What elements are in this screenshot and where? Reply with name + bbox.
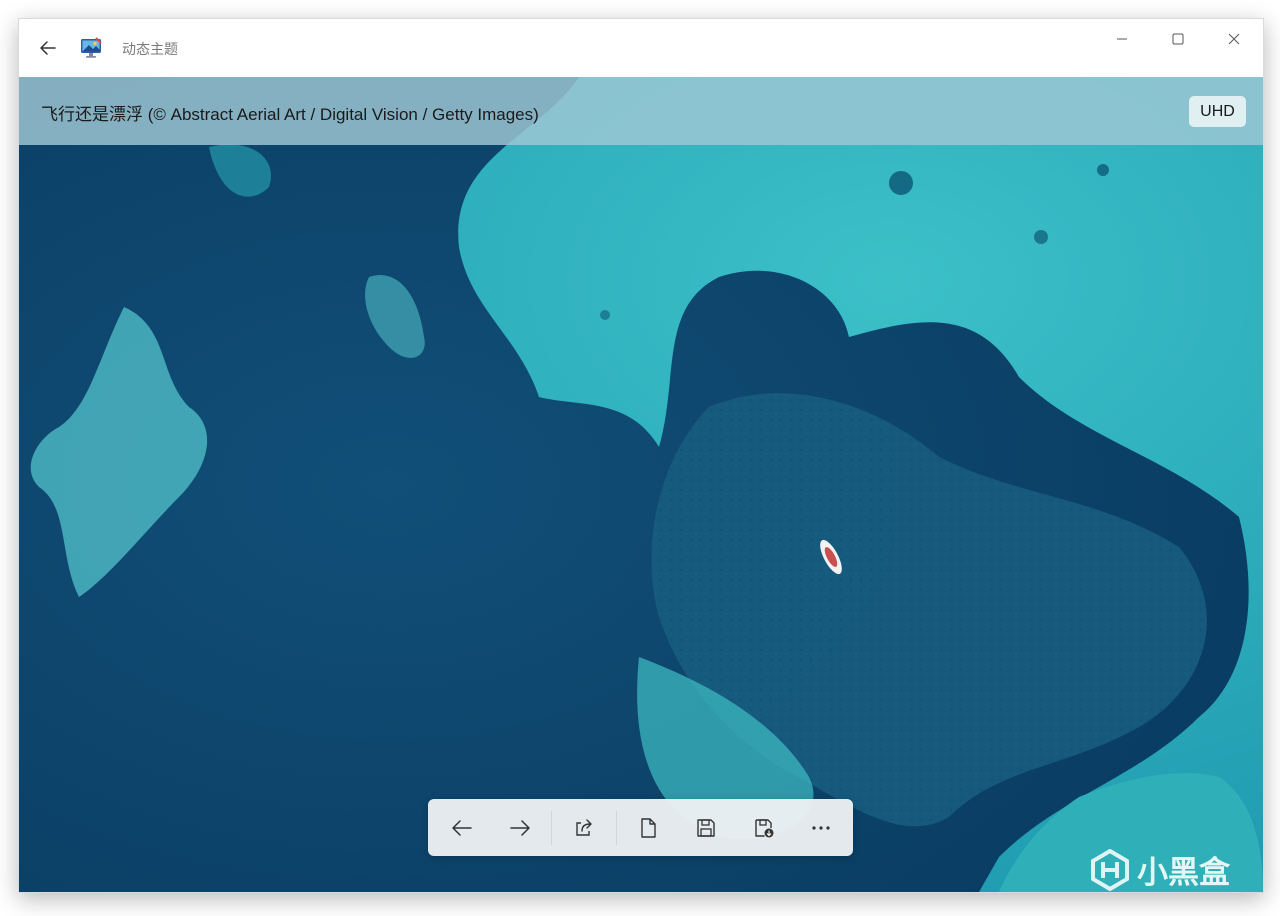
close-icon (1228, 33, 1240, 45)
close-button[interactable] (1206, 19, 1262, 59)
next-button[interactable] (501, 809, 539, 847)
share-button[interactable] (565, 809, 603, 847)
toolbar-separator (551, 811, 552, 845)
window-title: 动态主题 (122, 42, 178, 58)
minimize-icon (1117, 38, 1127, 40)
save-as-button[interactable] (745, 809, 783, 847)
save-icon (697, 819, 715, 837)
maximize-button[interactable] (1150, 19, 1206, 59)
uhd-badge: UHD (1189, 96, 1246, 127)
share-icon (576, 819, 592, 836)
aerial-ocean-image (19, 77, 1263, 892)
toolbar-separator (616, 811, 617, 845)
more-icon (812, 826, 830, 830)
app-icon (81, 37, 102, 58)
watermark: 小黑盒 (1089, 847, 1230, 892)
arrow-left-icon (40, 41, 56, 55)
previous-button[interactable] (443, 809, 481, 847)
heybox-logo-icon (1091, 848, 1129, 891)
maximize-icon (1172, 33, 1184, 45)
more-button[interactable] (802, 809, 840, 847)
title-bar: 动态主题 (19, 19, 1263, 77)
image-title: 飞行还是漂浮 (© Abstract Aerial Art / Digital … (41, 105, 539, 124)
image-toolbar (428, 799, 853, 856)
app-window: 动态主题 飞行还是漂浮 (© Abstract Aerial Art / Dig… (18, 18, 1264, 893)
image-info-bar: 飞行还是漂浮 (© Abstract Aerial Art / Digital … (19, 77, 1263, 145)
save-as-icon (755, 819, 774, 838)
save-button[interactable] (687, 809, 725, 847)
file-icon (641, 818, 656, 838)
watermark-text: 小黑盒 (1137, 855, 1230, 891)
wallpaper-preview: 飞行还是漂浮 (© Abstract Aerial Art / Digital … (19, 77, 1263, 892)
arrow-right-icon (510, 820, 530, 836)
file-button[interactable] (629, 809, 667, 847)
back-button[interactable] (33, 33, 63, 63)
arrow-left-icon (452, 820, 472, 836)
minimize-button[interactable] (1094, 19, 1150, 59)
